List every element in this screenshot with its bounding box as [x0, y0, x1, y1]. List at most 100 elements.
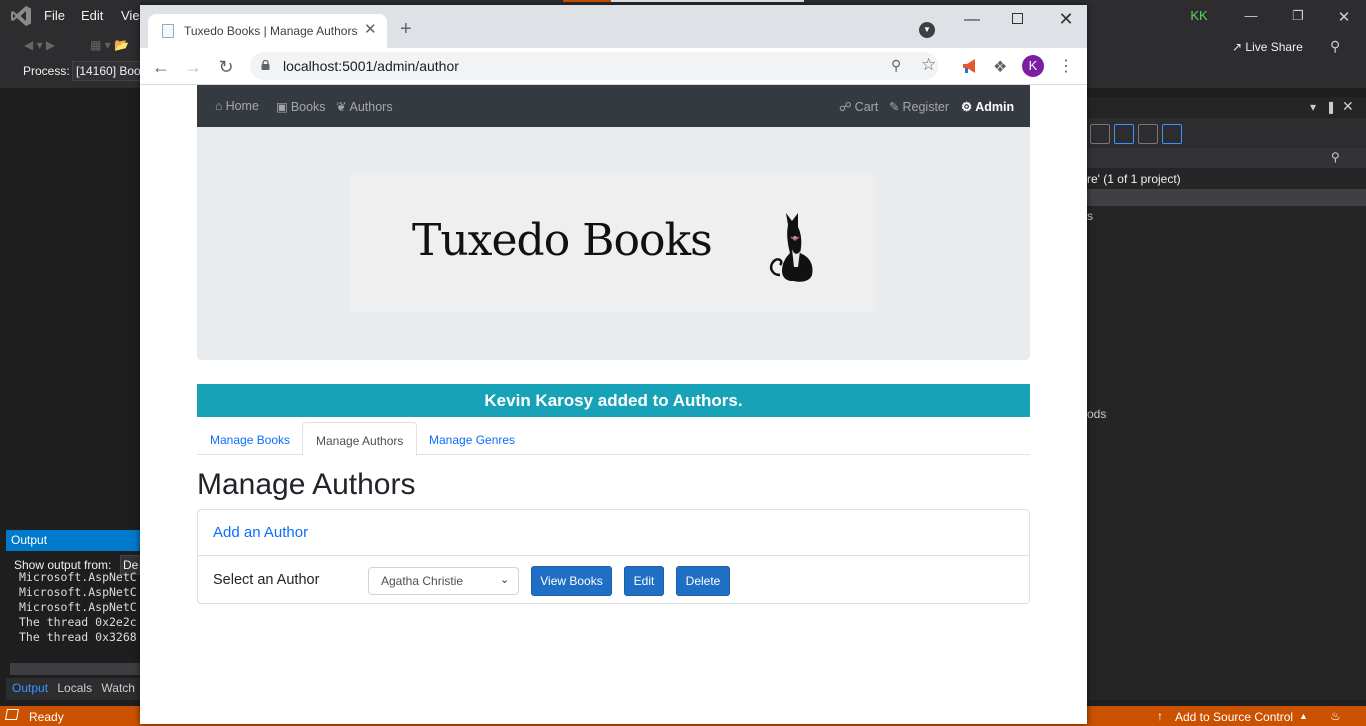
live-share-button[interactable]: ↗ Live Share — [1232, 40, 1303, 54]
nav-cart[interactable]: ☍ Cart — [839, 99, 878, 114]
tab-manage-genres[interactable]: Manage Genres — [416, 422, 528, 455]
nav-home[interactable]: ⌂ Home — [215, 99, 259, 113]
process-label: Process: — [23, 64, 70, 78]
vs-restore-icon[interactable]: ❐ — [1290, 8, 1306, 24]
puzzle-extensions-icon[interactable]: ❖ — [993, 57, 1007, 77]
new-tab-icon[interactable]: + — [400, 18, 412, 41]
nav-register[interactable]: ✎ Register — [889, 99, 949, 114]
author-select[interactable]: Agatha Christie ⌄ — [368, 567, 519, 595]
tab-output[interactable]: Output — [12, 681, 48, 695]
nav-admin[interactable]: ⚙ Admin — [961, 99, 1014, 114]
output-scrollbar[interactable] — [10, 663, 140, 675]
admin-tabs: Manage Books Manage Authors Manage Genre… — [197, 422, 1030, 456]
edit-button[interactable]: Edit — [624, 566, 664, 596]
vs-toolbar-icons[interactable]: ▦ ▾ 📂 — [90, 38, 129, 52]
browser-minimize-icon[interactable]: — — [962, 11, 982, 31]
pin-icon[interactable]: ❚ — [1326, 100, 1336, 114]
edit-icon: ✎ — [889, 100, 900, 114]
tuxedo-cat-icon — [769, 213, 813, 282]
browser-close-icon[interactable]: ✕ — [1056, 9, 1076, 29]
bookmark-star-icon[interactable]: ☆ — [921, 55, 936, 75]
tab-title: Tuxedo Books | Manage Authors — [184, 24, 358, 38]
preview-icon[interactable] — [1162, 124, 1182, 144]
home-icon: ⌂ — [215, 99, 223, 113]
add-author-link[interactable]: Add an Author — [213, 524, 308, 541]
chevron-down-icon: ⌄ — [500, 574, 510, 586]
site-navbar: ⌂ Home ▣ Books ❦ Authors ☍ Cart ✎ Register ⚙ A… — [197, 85, 1030, 127]
profile-avatar[interactable]: K — [1022, 55, 1044, 77]
vs-close-icon[interactable]: ✕ — [1336, 8, 1352, 26]
vs-minimize-icon[interactable]: — — [1243, 8, 1259, 24]
megaphone-extension-icon[interactable] — [960, 56, 980, 76]
solution-tree-item-ods[interactable]: ods — [1087, 407, 1106, 421]
tab-manage-authors[interactable]: Manage Authors — [302, 422, 418, 456]
search-icon[interactable]: ⚲ — [1331, 150, 1340, 164]
nav-home-label: Home — [225, 99, 259, 113]
vs-accent-strip — [563, 0, 611, 2]
zoom-icon[interactable]: ⚲ — [891, 57, 901, 74]
hero-banner: Tuxedo Books — [197, 127, 1030, 360]
notification-bell-icon[interactable]: ♨ — [1330, 709, 1341, 723]
reload-icon[interactable]: ↻ — [215, 56, 237, 78]
output-line: Microsoft.AspNetC — [19, 585, 137, 599]
back-icon[interactable]: ← — [150, 56, 172, 78]
panel-close-icon[interactable]: ✕ — [1342, 98, 1354, 115]
output-line: Microsoft.AspNetC — [19, 570, 137, 584]
feedback-icon[interactable]: ⚲ — [1330, 38, 1340, 55]
output-line: The thread 0x2e2c — [19, 615, 137, 629]
tab-watch[interactable]: Watch — [101, 681, 135, 695]
tab-manage-books[interactable]: Manage Books — [197, 422, 303, 455]
solution-explorer-tool-icons — [1090, 124, 1186, 144]
status-icon — [5, 709, 19, 720]
wrench-icon[interactable] — [1138, 124, 1158, 144]
panel-dropdown-icon[interactable]: ▾ — [1310, 100, 1316, 114]
output-line: The thread 0x3268 — [19, 630, 137, 644]
browser-tab[interactable]: Tuxedo Books | Manage Authors ✕ — [148, 14, 387, 48]
vs-menu-file[interactable]: File — [44, 8, 65, 23]
vs-user-avatar[interactable]: KK — [1186, 6, 1212, 26]
success-alert: Kevin Karosy added to Authors. — [197, 384, 1030, 417]
tab-search-icon[interactable]: ▼ — [919, 22, 935, 38]
status-ready: Ready — [29, 710, 64, 724]
collapse-all-icon[interactable] — [1090, 124, 1110, 144]
vs-nav-back-forward-icon[interactable]: ◀ ▾ ▶ — [24, 38, 55, 52]
author-select-value: Agatha Christie — [381, 574, 464, 588]
output-panel-title: Output — [6, 530, 140, 551]
delete-button[interactable]: Delete — [676, 566, 730, 596]
browser-window: Tuxedo Books | Manage Authors ✕ + ▼ — ✕ … — [140, 5, 1087, 724]
page-favicon-icon — [162, 24, 174, 38]
vs-menu-view[interactable]: Vie — [121, 8, 140, 23]
tab-locals[interactable]: Locals — [57, 681, 92, 695]
cart-icon: ☍ — [839, 100, 852, 114]
web-page: ⌂ Home ▣ Books ❦ Authors ☍ Cart ✎ Register ⚙ A… — [140, 85, 1087, 724]
browser-maximize-icon[interactable] — [1012, 13, 1023, 24]
nav-cart-label: Cart — [854, 100, 879, 114]
output-line: Microsoft.AspNetC — [19, 600, 137, 614]
nav-authors-label: Authors — [349, 100, 393, 114]
solution-tree-item[interactable]: s — [1087, 209, 1093, 223]
forward-icon[interactable]: → — [182, 56, 204, 78]
page-title: Manage Authors — [197, 468, 416, 501]
nav-books[interactable]: ▣ Books — [276, 99, 326, 114]
view-books-button[interactable]: View Books — [531, 566, 612, 596]
nav-authors[interactable]: ❦ Authors — [336, 99, 393, 114]
sync-icon[interactable] — [1114, 124, 1134, 144]
nav-admin-label: Admin — [975, 100, 1015, 114]
site-logo[interactable]: Tuxedo Books — [350, 175, 876, 312]
process-select[interactable]: [14160] Boo — [72, 61, 142, 81]
author-card: Add an Author Select an Author Agatha Ch… — [197, 509, 1030, 604]
add-to-source-control-button[interactable]: Add to Source Control — [1175, 710, 1293, 724]
solution-node[interactable]: re' (1 of 1 project) — [1087, 172, 1181, 186]
visual-studio-logo-icon — [11, 6, 31, 26]
vs-editor-area — [0, 88, 140, 528]
live-share-label: Live Share — [1245, 40, 1303, 54]
solution-selected-row[interactable] — [1087, 189, 1366, 206]
lock-icon — [261, 60, 270, 70]
vs-search-strip — [611, 0, 804, 2]
address-bar[interactable]: localhost:5001/admin/author ⚲ ☆ — [250, 52, 938, 80]
nav-books-label: Books — [290, 100, 326, 114]
solution-search-box[interactable] — [1087, 148, 1366, 168]
browser-menu-icon[interactable]: ⋮ — [1058, 56, 1074, 76]
vs-menu-edit[interactable]: Edit — [81, 8, 103, 23]
tab-close-icon[interactable]: ✕ — [364, 20, 377, 38]
